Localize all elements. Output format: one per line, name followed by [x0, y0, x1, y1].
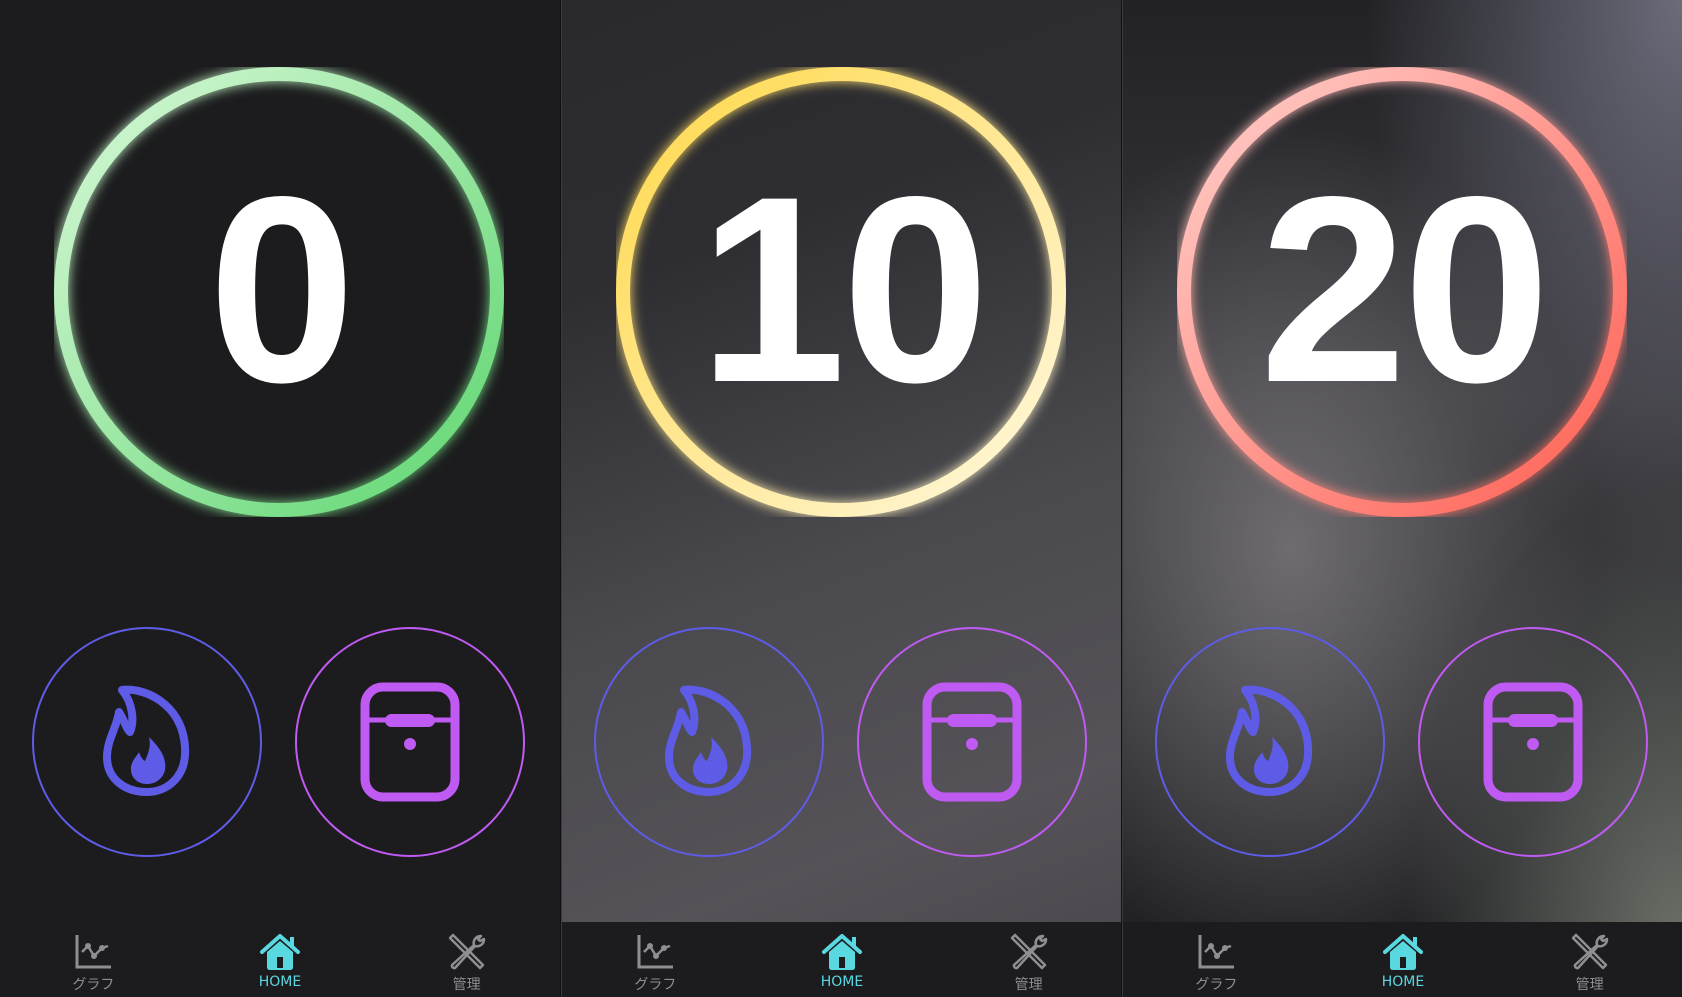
airpods-case-icon — [360, 682, 460, 802]
tab-graph[interactable]: グラフ — [595, 922, 715, 997]
tab-bar: グラフ HOME 管理 — [1123, 922, 1682, 997]
counter-value: 20 — [1259, 142, 1551, 438]
tab-graph[interactable]: グラフ — [1156, 922, 1276, 997]
counter-value: 10 — [698, 142, 990, 438]
chart-icon — [637, 935, 674, 969]
counter-value: 0 — [208, 142, 355, 438]
app-screen: 10 グラフ HOME 管理 — [561, 0, 1121, 997]
case-button[interactable] — [295, 627, 525, 857]
tab-label: HOME — [258, 974, 302, 990]
flame-icon — [1226, 685, 1313, 796]
tools-icon — [1010, 933, 1047, 970]
chart-icon — [75, 935, 112, 969]
house-icon — [1382, 934, 1423, 970]
tab-home[interactable]: HOME — [782, 922, 902, 997]
tab-home[interactable]: HOME — [220, 922, 340, 997]
app-screen: 20 グラフ HOME 管理 — [1122, 0, 1682, 997]
tools-icon — [1571, 933, 1608, 970]
flame-icon — [665, 685, 752, 796]
case-button[interactable] — [857, 627, 1087, 857]
case-button[interactable] — [1418, 627, 1648, 857]
tab-label: HOME — [820, 974, 864, 990]
tab-graph[interactable]: グラフ — [33, 922, 153, 997]
flame-button[interactable] — [1155, 627, 1385, 857]
tab-bar: グラフ HOME 管理 — [0, 922, 560, 997]
tab-label: グラフ — [72, 977, 115, 993]
flame-button[interactable] — [32, 627, 262, 857]
app-screen: 0 グラフ HOME 管理 — [0, 0, 560, 997]
tab-label: HOME — [1381, 974, 1425, 990]
chart-icon — [1198, 935, 1235, 969]
tab-label: 管理 — [1014, 977, 1043, 993]
airpods-case-icon — [1483, 682, 1583, 802]
tab-manage[interactable]: 管理 — [1530, 922, 1650, 997]
flame-button[interactable] — [594, 627, 824, 857]
house-icon — [259, 934, 300, 970]
tools-icon — [448, 933, 485, 970]
tab-label: グラフ — [1195, 977, 1238, 993]
airpods-case-icon — [922, 682, 1022, 802]
flame-icon — [103, 685, 190, 796]
tab-manage[interactable]: 管理 — [969, 922, 1089, 997]
tab-label: 管理 — [1575, 977, 1604, 993]
tab-label: グラフ — [634, 977, 677, 993]
house-icon — [821, 934, 862, 970]
tab-home[interactable]: HOME — [1343, 922, 1463, 997]
tab-label: 管理 — [452, 977, 481, 993]
tab-manage[interactable]: 管理 — [407, 922, 527, 997]
tab-bar: グラフ HOME 管理 — [562, 922, 1121, 997]
